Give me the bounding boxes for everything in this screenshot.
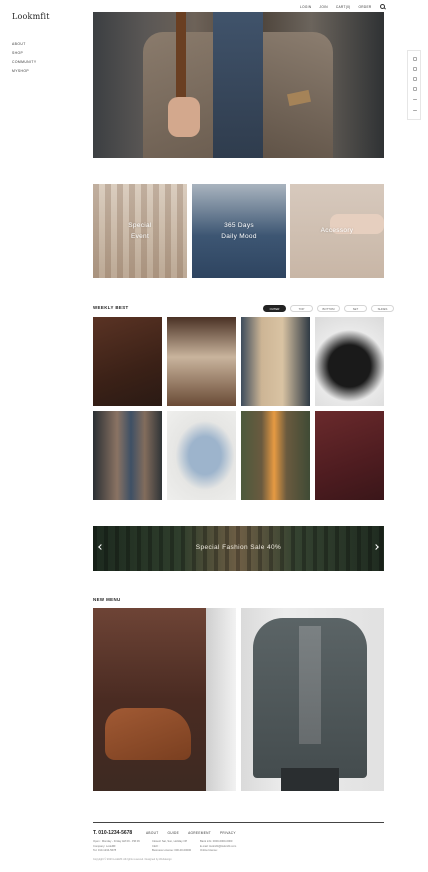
top-nav-login[interactable]: LOGIN (300, 5, 311, 9)
footer-nav-agreement[interactable]: AGREEMENT (188, 831, 211, 835)
footer-phone: T. 010-1234-5678 (93, 830, 133, 836)
hero-shirt (213, 12, 263, 158)
promo-label-line1: 365 Days (224, 222, 254, 229)
boot-image (105, 708, 191, 760)
left-nav-shop[interactable]: SHOP (12, 49, 37, 58)
quick-menu-bar (407, 50, 421, 120)
hero-image[interactable] (93, 12, 384, 158)
left-nav-community[interactable]: COMMUNITY (12, 58, 37, 67)
footer-info-col1: Open : Monday - Friday AM 09 - PM 06 Com… (93, 840, 140, 854)
arrow-up-icon[interactable] (412, 99, 417, 100)
footer-nav-about[interactable]: ABOUT (146, 831, 158, 835)
footer-info-line: Business License: 000-00-00000 (152, 849, 192, 853)
promo-accessory[interactable]: Accessory (290, 184, 384, 278)
hero-hand (168, 97, 200, 137)
cart-icon[interactable] (412, 77, 417, 81)
product-card-4[interactable] (315, 317, 384, 406)
tab-bottom[interactable]: BOTTOM (317, 305, 340, 312)
tab-outer[interactable]: OUTER (263, 305, 286, 312)
tab-set[interactable]: SET (344, 305, 367, 312)
product-card-3[interactable] (241, 317, 310, 406)
tab-shoes[interactable]: SHOES (371, 305, 394, 312)
footer-info-line: Bank info: 0000-0000-0000 (200, 840, 233, 843)
footer-divider (93, 822, 384, 823)
tab-top[interactable]: TOP (290, 305, 313, 312)
legs-image (281, 768, 339, 791)
footer-info-col3: Bank info: 0000-0000-0000 E-mail: lookmf… (200, 840, 236, 854)
footer-nav-privacy[interactable]: PRIVACY (220, 831, 236, 835)
arrow-down-icon[interactable] (412, 110, 417, 111)
top-nav-join[interactable]: JOIN (319, 5, 327, 9)
banner-text: Special Fashion Sale 40% (195, 544, 282, 551)
home-icon[interactable] (412, 57, 417, 61)
footer-copyright: Copyright © 2023 LookMF. All rights rese… (93, 858, 172, 861)
footer-info-line: Tel. 010-1234-5678 (93, 849, 117, 853)
product-card-5[interactable] (93, 411, 162, 500)
promo-label-line1: Accessory (320, 227, 354, 234)
left-nav-about[interactable]: ABOUT (12, 40, 37, 49)
footer-info-col2: Closed: Sat, Sun, Holiday Off CEO : Busi… (152, 840, 191, 854)
top-nav-order[interactable]: ORDER (359, 5, 372, 9)
promo-label-line2: Event (130, 233, 150, 240)
door-image (206, 608, 236, 791)
search-icon[interactable] (380, 4, 385, 9)
product-card-7[interactable] (241, 411, 310, 500)
product-card-8[interactable] (315, 411, 384, 500)
scarf-image (299, 626, 321, 744)
promo-daily-mood[interactable]: 365 Days Daily Mood (192, 184, 286, 278)
promo-special-event[interactable]: Special Event (93, 184, 187, 278)
product-card-2[interactable] (167, 317, 236, 406)
new-menu-title: NEW MENU (93, 597, 121, 602)
weekly-best-title: WEEKLY BEST (93, 305, 129, 310)
left-nav: ABOUT SHOP COMMUNITY MYSHOP (12, 40, 37, 76)
top-nav: LOGIN JOIN CART(0) ORDER (300, 4, 390, 10)
new-menu-card-coat[interactable] (241, 608, 384, 791)
product-card-1[interactable] (93, 317, 162, 406)
left-nav-myshop[interactable]: MYSHOP (12, 67, 37, 76)
sale-banner[interactable]: Special Fashion Sale 40% (93, 526, 384, 571)
footer-nav-guide[interactable]: GUIDE (167, 831, 179, 835)
footer-nav: ABOUT GUIDE AGREEMENT PRIVACY (146, 831, 236, 835)
footer-info-line: Open : Monday - Friday AM 09 - PM 06 (93, 840, 140, 843)
product-card-6[interactable] (167, 411, 236, 500)
footer-info-line: Closed: Sat, Sun, Holiday Off (152, 840, 187, 843)
new-menu-card-boots[interactable] (93, 608, 236, 791)
promo-label-line1: Special (128, 222, 152, 229)
promo-label-line2: Daily Mood (221, 233, 257, 240)
top-nav-cart[interactable]: CART(0) (336, 5, 351, 9)
user-icon[interactable] (412, 87, 417, 91)
heart-icon[interactable] (412, 67, 417, 71)
footer-info-line: Online license: (200, 849, 218, 853)
site-logo[interactable]: Lookmfit (12, 12, 50, 21)
category-tabs: OUTER TOP BOTTOM SET SHOES (263, 305, 394, 312)
